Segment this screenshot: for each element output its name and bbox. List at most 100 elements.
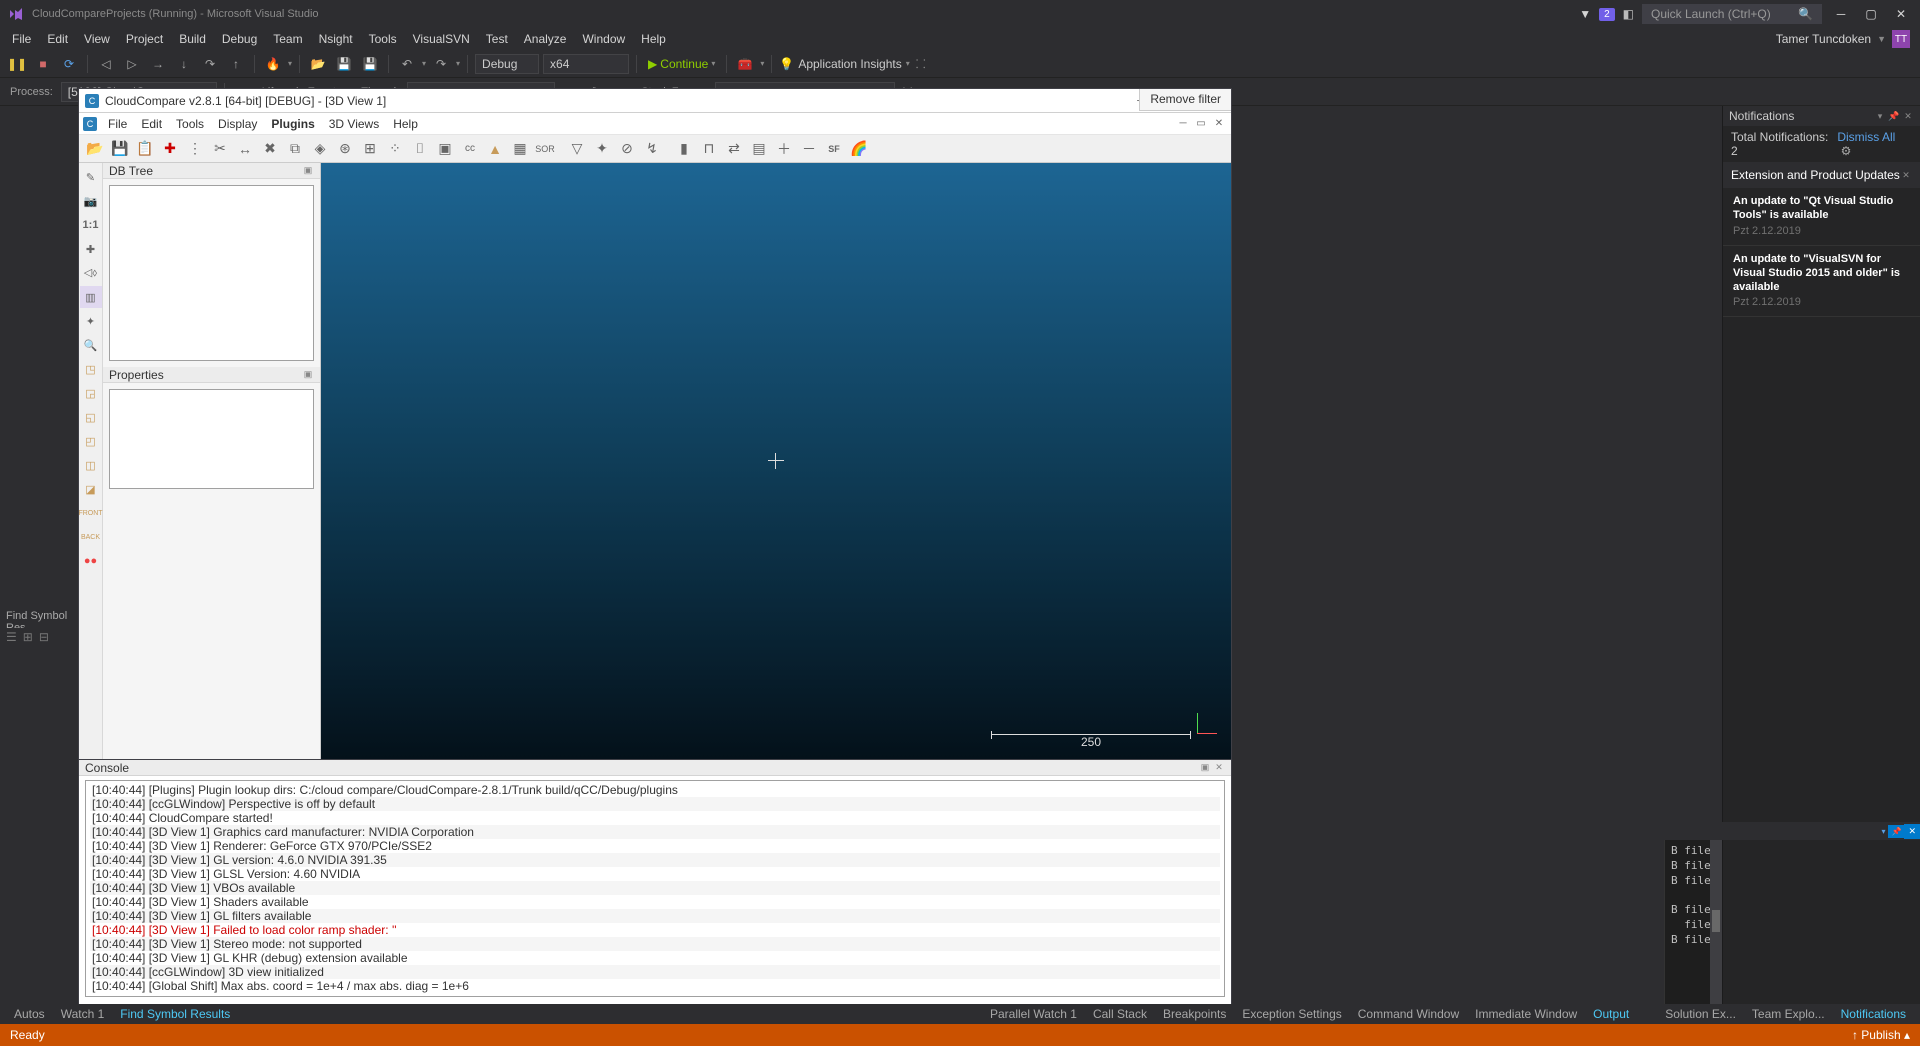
cc-scalar-4-icon[interactable]: ↯ (640, 137, 664, 161)
cc-db-tree-float-icon[interactable]: ▣ (302, 165, 314, 177)
console-line[interactable]: [10:40:44] [Global Shift] Max abs. coord… (90, 979, 1220, 993)
cc-scalar-3-icon[interactable]: ⊘ (615, 137, 639, 161)
cc-view-bottom-icon[interactable]: ◰ (80, 430, 102, 452)
menu-analyze[interactable]: Analyze (516, 29, 575, 49)
tab-immediate-window[interactable]: Immediate Window (1467, 1004, 1585, 1024)
cc-translate-icon[interactable]: ↔ (233, 137, 257, 161)
nav-fwd-button[interactable]: ▷ (121, 53, 143, 75)
cc-menu-tools[interactable]: Tools (169, 115, 211, 133)
cc-color-icon[interactable]: ◈ (308, 137, 332, 161)
notif-dismiss-all-link[interactable]: Dismiss All (1837, 130, 1895, 144)
cc-gradient-icon[interactable]: ▤ (747, 137, 771, 161)
tab-exception-settings[interactable]: Exception Settings (1234, 1004, 1349, 1024)
app-insights-dropdown[interactable]: Application Insights (798, 57, 901, 71)
cc-view-iso1-icon[interactable]: ◫ (80, 454, 102, 476)
console-line[interactable]: [10:40:44] [3D View 1] GL version: 4.6.0… (90, 853, 1220, 867)
menu-nsight[interactable]: Nsight (311, 29, 361, 49)
cc-menu-edit[interactable]: Edit (134, 115, 169, 133)
tab-command-window[interactable]: Command Window (1350, 1004, 1467, 1024)
tab-find-symbol-results[interactable]: Find Symbol Results (112, 1004, 238, 1024)
continue-button[interactable]: ▶ Continue ▾ (644, 57, 719, 71)
toolbox-button[interactable]: 🧰 (734, 53, 756, 75)
cc-iso1-icon[interactable]: ▥ (80, 286, 102, 308)
cc-clone-icon[interactable]: ⧉ (283, 137, 307, 161)
cc-crop-icon[interactable]: ▣ (433, 137, 457, 161)
menu-test[interactable]: Test (478, 29, 516, 49)
tab-watch1[interactable]: Watch 1 (53, 1004, 113, 1024)
menu-project[interactable]: Project (118, 29, 171, 49)
cc-remove-filter-button[interactable]: Remove filter (1139, 89, 1231, 111)
cc-point-icon[interactable]: ⋮ (183, 137, 207, 161)
cc-menu-file[interactable]: File (101, 115, 134, 133)
cc-refresh-icon[interactable]: ◁⬨ (80, 262, 102, 284)
cc-sf-icon[interactable]: SF (822, 137, 846, 161)
cc-menu-display[interactable]: Display (211, 115, 264, 133)
cc-menu-3dviews[interactable]: 3D Views (322, 115, 386, 133)
output-pin-icon[interactable]: 📌 (1888, 825, 1904, 838)
cc-doc-close[interactable]: ✕ (1211, 117, 1227, 131)
cc-open-icon[interactable]: 📂 (83, 137, 107, 161)
cc-center-icon[interactable]: ✦ (80, 310, 102, 332)
cc-convert-icon[interactable]: ⇄ (722, 137, 746, 161)
cc-console-float-icon[interactable]: ▣ (1199, 762, 1211, 774)
notif-card-1[interactable]: An update to "VisualSVN for Visual Studi… (1723, 246, 1920, 318)
cc-mesh-icon[interactable]: ▲ (483, 137, 507, 161)
cc-console-listbox[interactable]: [10:40:44] [Plugins] Plugin lookup dirs:… (85, 780, 1225, 997)
cc-properties-panel[interactable] (109, 389, 314, 489)
cc-delete-icon[interactable]: ✖ (258, 137, 282, 161)
menu-file[interactable]: File (4, 29, 39, 49)
solution-platform-dropdown[interactable]: x64 (543, 54, 629, 74)
notif-settings-icon[interactable]: ⚙ (1841, 144, 1852, 158)
restore-button[interactable]: ▢ (1860, 5, 1882, 23)
nav-back-button[interactable]: ◁ (95, 53, 117, 75)
cc-scalar-1-icon[interactable]: ▽ (565, 137, 589, 161)
cc-sor-icon[interactable]: SOR (533, 137, 557, 161)
minimize-button[interactable]: ─ (1830, 5, 1852, 23)
console-line[interactable]: [10:40:44] [ccGLWindow] Perspective is o… (90, 797, 1220, 811)
quick-launch-input[interactable]: Quick Launch (Ctrl+Q) 🔍 (1642, 4, 1822, 24)
cc-camera-icon[interactable]: 📷 (80, 190, 102, 212)
cc-label-icon[interactable]: ⌷ (408, 137, 432, 161)
cc-zoom-fit-icon[interactable]: 1:1 (80, 214, 102, 236)
console-line[interactable]: [10:40:44] [Plugins] Plugin lookup dirs:… (90, 783, 1220, 797)
user-account[interactable]: Tamer Tuncdoken ▼ TT (1776, 30, 1916, 48)
console-line[interactable]: [10:40:44] CloudCompare started! (90, 811, 1220, 825)
cc-cc-icon[interactable]: cc (458, 137, 482, 161)
step-into-button[interactable]: ↓ (173, 53, 195, 75)
tab-output[interactable]: Output (1585, 1004, 1637, 1024)
publish-button[interactable]: ↑ Publish ▴ (1852, 1028, 1910, 1042)
stop-debug-button[interactable]: ■ (32, 53, 54, 75)
menu-tools[interactable]: Tools (361, 29, 405, 49)
step-out-button[interactable]: ↑ (225, 53, 247, 75)
notif-dropdown-icon[interactable]: ▾ (1874, 110, 1886, 122)
cc-3d-viewport[interactable]: 250 (321, 163, 1231, 759)
tab-autos[interactable]: Autos (6, 1004, 53, 1024)
notifications-filter-icon[interactable]: ▼ (1579, 7, 1591, 21)
console-line[interactable]: [10:40:44] [3D View 1] GL KHR (debug) ex… (90, 951, 1220, 965)
cc-view-front-icon[interactable]: ◲ (80, 382, 102, 404)
restart-button[interactable]: ⟳ (58, 53, 80, 75)
menu-visualsvn[interactable]: VisualSVN (405, 29, 478, 49)
close-button[interactable]: ✕ (1890, 5, 1912, 23)
cc-save-icon[interactable]: 💾 (108, 137, 132, 161)
fs-btn-3[interactable]: ⊟ (39, 630, 49, 644)
tab-solution-explorer[interactable]: Solution Ex... (1657, 1004, 1744, 1024)
redo-button[interactable]: ↷ (430, 53, 452, 75)
ext-dismiss-icon[interactable]: ✕ (1900, 169, 1912, 181)
menu-edit[interactable]: Edit (39, 29, 76, 49)
hot-reload-button[interactable]: 🔥 (262, 53, 284, 75)
show-next-statement[interactable]: → (147, 53, 169, 75)
cc-histo-icon[interactable]: ▮ (672, 137, 696, 161)
menu-debug[interactable]: Debug (214, 29, 265, 49)
console-line[interactable]: [10:40:44] [3D View 1] Failed to load co… (90, 923, 1220, 937)
console-line[interactable]: [10:40:44] [ccGLWindow] 3D view initiali… (90, 965, 1220, 979)
tab-breakpoints[interactable]: Breakpoints (1155, 1004, 1234, 1024)
console-line[interactable]: [10:40:44] [3D View 1] Renderer: GeForce… (90, 839, 1220, 853)
cc-menu-plugins[interactable]: Plugins (264, 115, 321, 133)
save-button[interactable]: 💾 (333, 53, 355, 75)
step-over-button[interactable]: ↷ (199, 53, 221, 75)
console-line[interactable]: [10:40:44] [3D View 1] VBOs available (90, 881, 1220, 895)
save-all-button[interactable]: 💾 (359, 53, 381, 75)
notif-pin-icon[interactable]: 📌 (1888, 110, 1900, 122)
cc-stats-icon[interactable]: ⊓ (697, 137, 721, 161)
